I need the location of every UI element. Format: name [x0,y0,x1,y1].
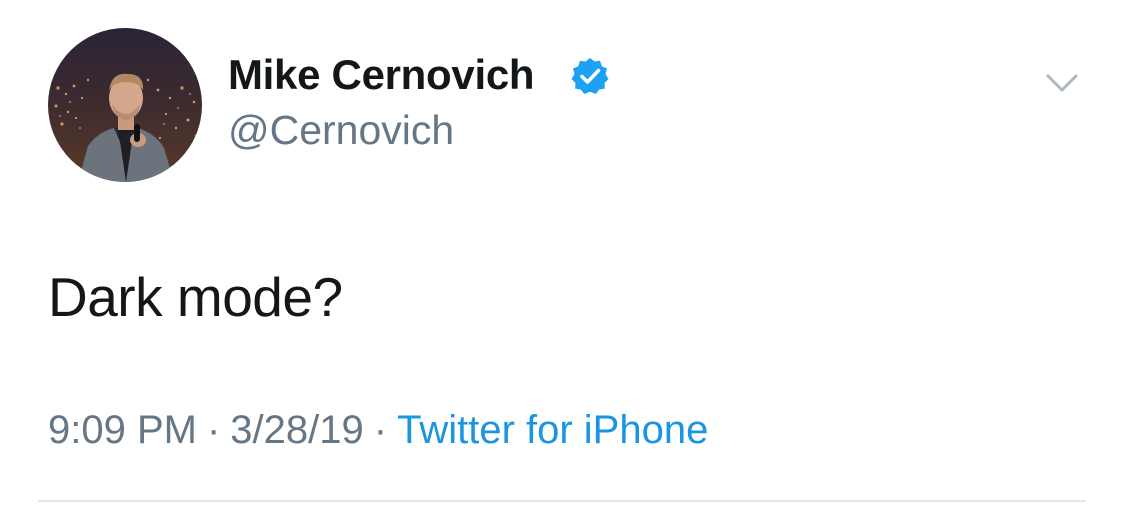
tweet-source-link[interactable]: Twitter for iPhone [397,408,708,452]
tweet-text: Dark mode? [48,266,343,328]
verified-badge-icon [571,58,609,94]
chevron-down-icon[interactable] [1042,68,1082,98]
user-handle[interactable]: @Cernovich [228,104,454,156]
tweet-card: Mike Cernovich @Cernovich Dark mode? 9:0… [0,0,1125,505]
display-name[interactable]: Mike Cernovich [228,48,535,102]
tweet-time[interactable]: 9:09 PM [48,408,197,452]
tweet-date[interactable]: 3/28/19 [230,408,363,452]
avatar-image [48,28,202,182]
avatar[interactable] [48,28,202,182]
meta-separator: · [373,408,388,452]
meta-separator: · [206,408,221,452]
divider [38,500,1086,502]
tweet-metadata: 9:09 PM · 3/28/19 · Twitter for iPhone [48,404,708,456]
